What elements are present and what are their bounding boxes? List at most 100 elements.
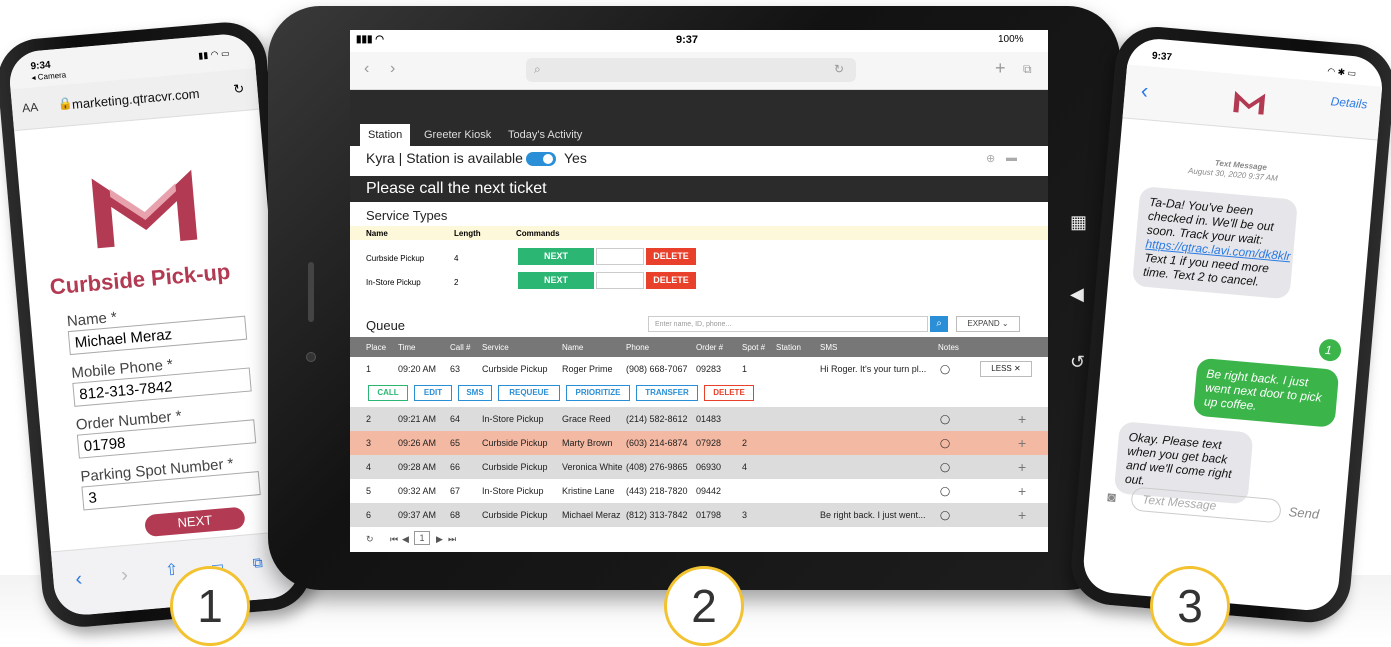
signal-battery-icon: ◠ ✱ ▭ <box>1326 65 1357 79</box>
tabs-icon[interactable]: ⧉ <box>252 554 263 572</box>
reload-icon[interactable]: ↻ <box>834 62 844 76</box>
expand-button[interactable]: EXPAND ⌄ <box>956 316 1020 332</box>
address-field[interactable]: ⌕ ↻ <box>526 58 856 82</box>
cell-place: 6 <box>366 510 372 520</box>
service-length: 2 <box>454 278 459 287</box>
next-button[interactable]: NEXT <box>144 506 246 538</box>
table-row[interactable]: 5 09:32 AM 67 In-Store Pickup Kristine L… <box>350 479 1048 503</box>
cell-service: In-Store Pickup <box>482 486 544 496</box>
back-to-app[interactable]: ◂ Camera <box>31 70 66 82</box>
cell-name: Kristine Lane <box>562 486 615 496</box>
cell-spot: 4 <box>742 462 748 472</box>
requeue-button[interactable]: REQUEUE <box>498 385 560 401</box>
notes-icon[interactable]: ◯ <box>940 486 950 497</box>
tab-todays-activity[interactable]: Today's Activity <box>500 124 590 146</box>
cell-call: 64 <box>450 414 461 424</box>
expand-row-button[interactable]: + <box>1018 459 1026 475</box>
status-time: 9:37 <box>1151 50 1173 64</box>
share-icon[interactable]: ⇧ <box>164 559 179 580</box>
message-bubble-incoming: Ta-Da! You've been checked in. We'll be … <box>1131 186 1299 300</box>
phone-screen: 9:37 ◠ ✱ ▭ ‹ Details Text Message August… <box>1081 36 1385 613</box>
chat-icon[interactable]: ▬ <box>1006 152 1017 164</box>
cell-order: 09442 <box>696 486 722 496</box>
message-input[interactable]: Text Message <box>1130 486 1282 524</box>
cell-call: 63 <box>450 364 461 374</box>
expand-row-button[interactable]: + <box>1018 411 1026 427</box>
signal-wifi-battery-icon: ▮▮ ◠ ▭ <box>197 48 230 61</box>
next-button[interactable]: NEXT <box>518 272 594 289</box>
back-icon[interactable]: ‹ <box>364 60 369 78</box>
back-icon[interactable]: ‹ <box>1140 78 1149 105</box>
delete-button[interactable]: DELETE <box>646 248 696 265</box>
transfer-button[interactable]: TRANSFER <box>636 385 698 401</box>
back-icon[interactable]: ‹ <box>74 568 83 591</box>
url-text: marketing.qtracvr.com <box>71 85 201 112</box>
forward-icon[interactable]: › <box>120 564 129 587</box>
tab-station[interactable]: Station <box>360 124 411 146</box>
forward-icon[interactable]: › <box>390 60 395 78</box>
page-number[interactable]: 1 <box>414 531 430 545</box>
expand-row-button[interactable]: + <box>1018 507 1026 523</box>
notes-icon[interactable]: ◯ <box>940 510 950 521</box>
cell-time: 09:26 AM <box>398 438 437 448</box>
cell-time: 09:20 AM <box>398 364 437 374</box>
cell-phone: (908) 668-7067 <box>626 364 688 374</box>
notes-icon[interactable]: ◯ <box>940 414 950 425</box>
table-row[interactable]: 2 09:21 AM 64 In-Store Pickup Grace Reed… <box>350 407 1048 431</box>
text-size-button[interactable]: AA <box>22 100 39 115</box>
expand-row-button[interactable]: + <box>1018 483 1026 499</box>
reload-icon[interactable]: ↻ <box>233 81 245 98</box>
call-button[interactable]: CALL <box>368 385 408 401</box>
table-row[interactable]: 4 09:28 AM 66 Curbside Pickup Veronica W… <box>350 455 1048 479</box>
cell-time: 09:37 AM <box>398 510 437 520</box>
next-page-icon[interactable]: ▶ <box>436 534 443 545</box>
delete-button[interactable]: DELETE <box>646 272 696 289</box>
notes-icon[interactable]: ◯ <box>940 462 950 473</box>
cell-place: 3 <box>366 438 372 448</box>
first-page-icon[interactable]: ⏮ <box>390 534 398 545</box>
send-button[interactable]: Send <box>1288 504 1320 522</box>
search-button[interactable]: ⌕ <box>930 316 948 332</box>
prioritize-button[interactable]: PRIORITIZE <box>566 385 630 401</box>
expand-row-button[interactable]: + <box>1018 435 1026 451</box>
header-commands: Commands <box>516 229 560 238</box>
tabs-icon[interactable]: ⧉ <box>1023 62 1032 77</box>
tab-bar: Station Greeter Kiosk Today's Activity <box>350 120 1048 146</box>
cell-service: Curbside Pickup <box>482 510 548 520</box>
next-button[interactable]: NEXT <box>518 248 594 265</box>
tablet-status-bar: ▮▮▮ ◠ 9:37 100% <box>350 30 1048 52</box>
cell-service: In-Store Pickup <box>482 414 544 424</box>
call-banner: Please call the next ticket <box>350 176 1048 202</box>
edit-button[interactable]: EDIT <box>414 385 452 401</box>
header-name: Name <box>366 229 388 238</box>
grid-menu-icon[interactable]: ▦ <box>1070 212 1087 233</box>
m-logo <box>91 169 198 249</box>
sms-button[interactable]: SMS <box>458 385 492 401</box>
last-page-icon[interactable]: ⏭ <box>448 534 456 545</box>
table-row[interactable]: 6 09:37 AM 68 Curbside Pickup Michael Me… <box>350 503 1048 527</box>
refresh-icon[interactable]: ↻ <box>366 534 374 545</box>
globe-icon[interactable]: ⊕ <box>986 152 995 165</box>
table-row[interactable]: 3 09:26 AM 65 Curbside Pickup Marty Brow… <box>350 431 1048 455</box>
cell-sms: Be right back. I just went... <box>820 510 926 520</box>
less-button[interactable]: LESS ✕ <box>980 361 1032 377</box>
availability-toggle[interactable] <box>526 152 556 166</box>
banner-text: Please call the next ticket <box>366 180 547 197</box>
toggle-label: Yes <box>564 150 587 166</box>
expand-label: EXPAND <box>967 319 1000 328</box>
tab-greeter-kiosk[interactable]: Greeter Kiosk <box>416 124 499 146</box>
delete-button[interactable]: DELETE <box>704 385 754 401</box>
col-place: Place <box>366 343 387 352</box>
prev-page-icon[interactable]: ◀ <box>402 534 409 545</box>
notes-icon[interactable]: ◯ <box>940 364 950 375</box>
queue-search-input[interactable]: Enter name, ID, phone... <box>648 316 928 332</box>
camera-icon[interactable]: ◙ <box>1107 488 1117 505</box>
col-name: Name <box>562 343 584 352</box>
notes-icon[interactable]: ◯ <box>940 438 950 449</box>
message-bubble-outgoing: Be right back. I just went next door to … <box>1192 357 1340 428</box>
step-number-2: 2 <box>664 566 744 646</box>
table-row[interactable]: 1 09:20 AM 63 Curbside Pickup Roger Prim… <box>350 357 1048 407</box>
details-link[interactable]: Details <box>1330 94 1368 111</box>
new-tab-icon[interactable]: + <box>995 58 1006 79</box>
exit-icon[interactable]: ◀ <box>1070 284 1084 305</box>
